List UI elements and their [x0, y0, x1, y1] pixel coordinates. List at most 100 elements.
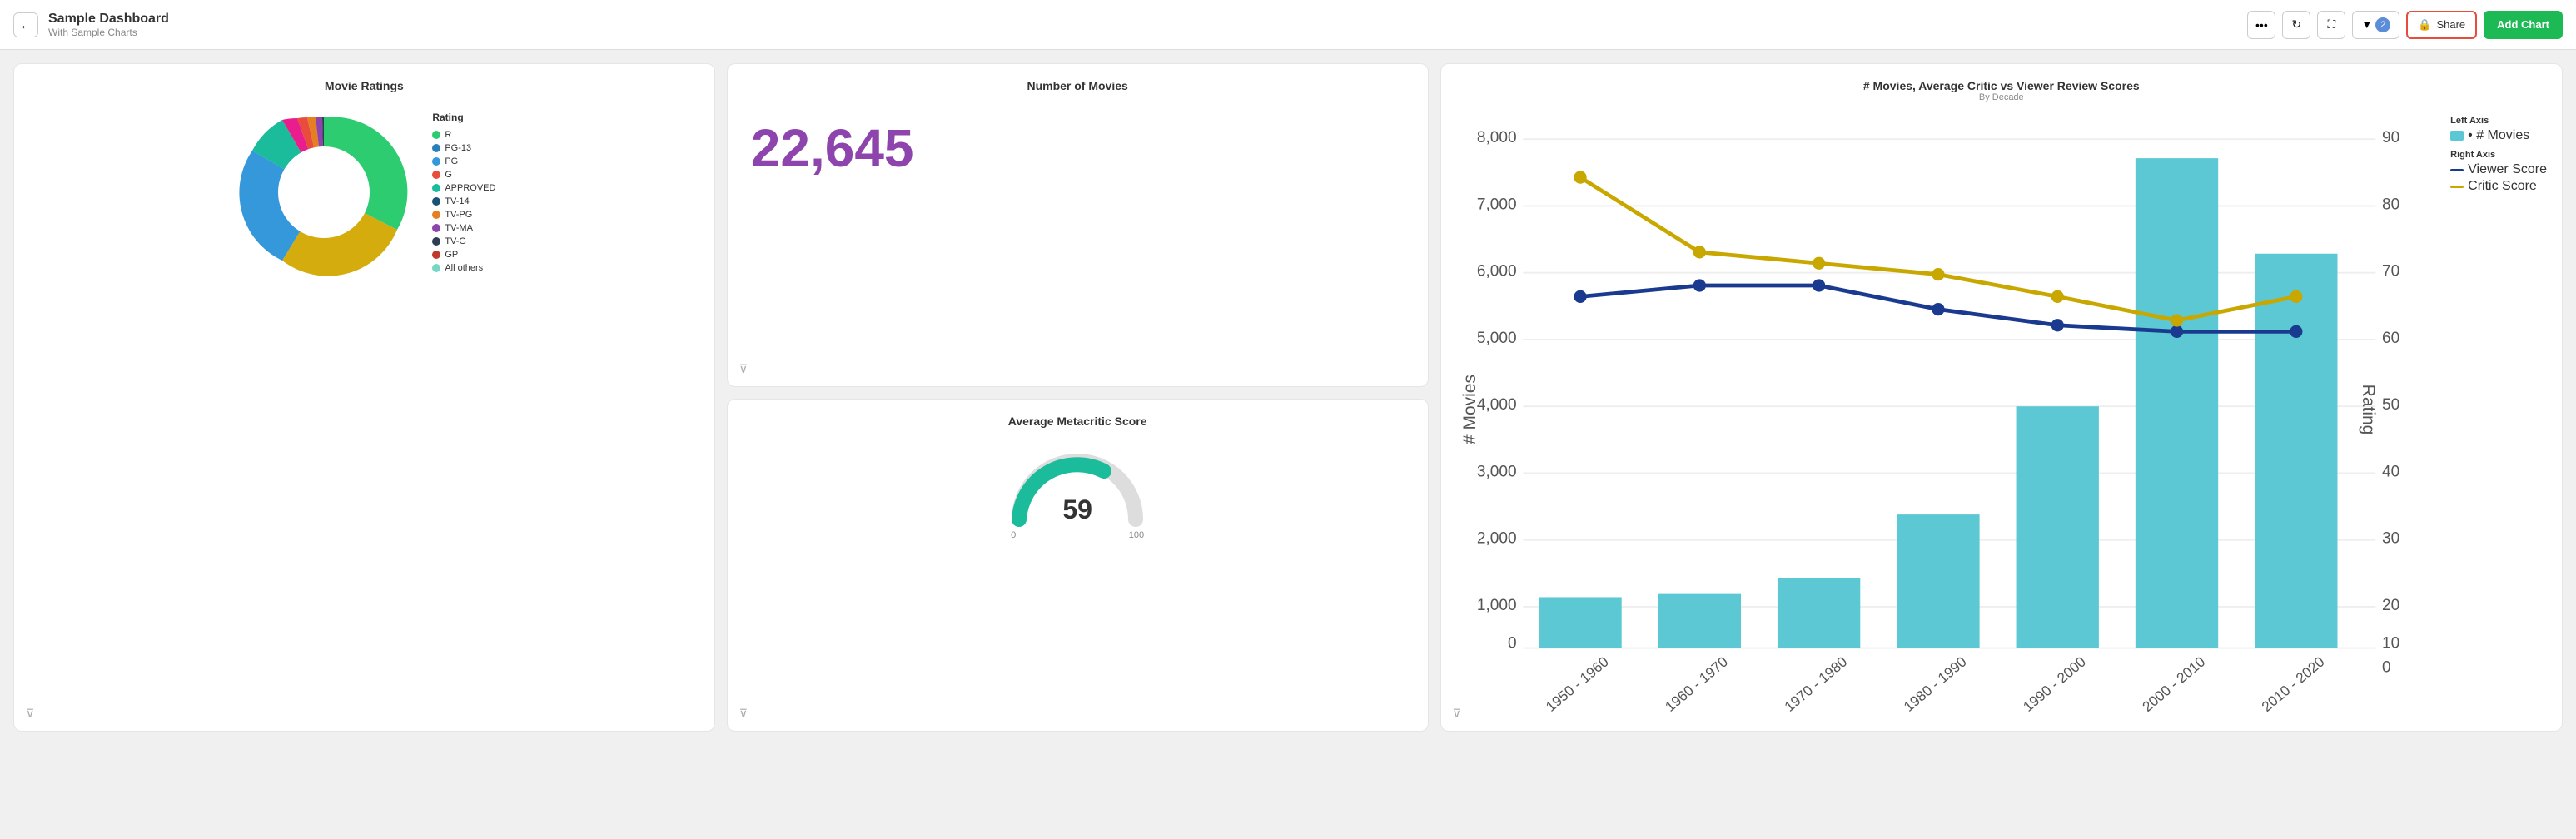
viewer-dot-0 — [1574, 290, 1586, 303]
critic-dot-5 — [2170, 314, 2182, 326]
critic-line-swatch — [2450, 186, 2464, 188]
filter-count: 2 — [2375, 17, 2390, 32]
legend-label-gp: GP — [445, 250, 458, 260]
svg-text:6,000: 6,000 — [1476, 263, 1516, 280]
combo-chart-legend: Left Axis • # Movies Right Axis Viewer S… — [2450, 107, 2547, 716]
top-bar: ← Sample Dashboard With Sample Charts ••… — [0, 0, 2576, 50]
movies-count-value: 22,645 — [743, 101, 1413, 204]
legend-dot-tvpg — [432, 211, 440, 219]
more-button[interactable]: ••• — [2247, 11, 2275, 39]
legend-dot-g — [432, 171, 440, 179]
legend-item-tvpg: TV-PG — [432, 210, 495, 220]
legend-label-pg13: PG-13 — [445, 143, 471, 153]
ratings-filter-icon[interactable]: ⊽ — [26, 707, 34, 721]
svg-text:4,000: 4,000 — [1476, 396, 1516, 414]
left-axis-title: Left Axis — [2450, 116, 2547, 126]
legend-dot-tv14 — [432, 197, 440, 206]
bar-1980 — [1897, 514, 1979, 648]
share-button[interactable]: 🔒 Share — [2406, 11, 2477, 39]
share-label: Share — [2436, 18, 2465, 31]
viewer-dot-2 — [1813, 279, 1825, 291]
bar-1960 — [1658, 594, 1740, 648]
legend-dot-approved — [432, 184, 440, 192]
legend-dot-gp — [432, 251, 440, 259]
combo-chart-svg: 8,000 7,000 6,000 5,000 4,000 3,000 2,00… — [1456, 107, 2443, 712]
legend-item-g: G — [432, 170, 495, 180]
svg-text:2000 - 2010: 2000 - 2010 — [2139, 653, 2208, 712]
svg-text:20: 20 — [2382, 597, 2399, 614]
gauge-min: 0 — [1011, 530, 1016, 540]
critic-dot-1 — [1693, 246, 1705, 258]
combo-chart-subtitle: By Decade — [1456, 92, 2547, 102]
bar-2010 — [2255, 254, 2337, 648]
legend-item-gp: GP — [432, 250, 495, 260]
legend-dot-r — [432, 131, 440, 139]
svg-text:90: 90 — [2382, 129, 2399, 146]
bar-1970 — [1777, 578, 1859, 648]
combo-filter-icon[interactable]: ⊽ — [1453, 707, 1461, 721]
movies-count-card: Number of Movies 22,645 ⊽ — [727, 63, 1429, 387]
viewer-dot-1 — [1693, 279, 1705, 291]
legend-label-tv14: TV-14 — [445, 196, 469, 206]
legend-label-r: R — [445, 130, 451, 140]
metacritic-filter-icon[interactable]: ⊽ — [739, 707, 748, 721]
metacritic-card: Average Metacritic Score 59 0 100 ⊽ — [727, 399, 1429, 732]
lock-icon: 🔒 — [2418, 18, 2431, 32]
right-axis-title: Right Axis — [2450, 150, 2547, 160]
svg-text:1960 - 1970: 1960 - 1970 — [1661, 653, 1730, 712]
legend-movies-bar: • # Movies — [2450, 128, 2547, 143]
metacritic-value: 59 — [1062, 494, 1092, 525]
movie-ratings-title: Movie Ratings — [29, 79, 699, 92]
critic-dot-4 — [2051, 290, 2063, 303]
bar-1950 — [1539, 597, 1621, 648]
combo-chart-card: # Movies, Average Critic vs Viewer Revie… — [1440, 63, 2563, 732]
refresh-button[interactable]: ↻ — [2282, 11, 2310, 39]
legend-label-tvma: TV-MA — [445, 223, 473, 233]
legend-critic-line: Critic Score — [2450, 179, 2547, 194]
legend-item-tvma: TV-MA — [432, 223, 495, 233]
filter-icon: ▼ — [2361, 18, 2372, 31]
top-bar-left: ← Sample Dashboard With Sample Charts — [13, 12, 169, 38]
svg-text:# Movies: # Movies — [1460, 375, 1479, 444]
svg-text:1,000: 1,000 — [1476, 597, 1516, 614]
bar-2000 — [2135, 158, 2217, 648]
svg-text:0: 0 — [1508, 635, 1517, 653]
legend-dot-pg — [432, 157, 440, 166]
legend-label-approved: APPROVED — [445, 183, 495, 193]
add-chart-button[interactable]: Add Chart — [2484, 11, 2563, 39]
legend-item-approved: APPROVED — [432, 183, 495, 193]
svg-text:80: 80 — [2382, 196, 2399, 213]
svg-text:7,000: 7,000 — [1476, 196, 1516, 213]
critic-dot-0 — [1574, 171, 1586, 183]
title-block: Sample Dashboard With Sample Charts — [48, 12, 169, 38]
svg-text:1970 - 1980: 1970 - 1980 — [1781, 653, 1850, 712]
viewer-dot-6 — [2290, 325, 2302, 338]
legend-item-pg: PG — [432, 156, 495, 166]
top-bar-right: ••• ↻ ⛶ ▼ 2 🔒 Share Add Chart — [2247, 11, 2563, 39]
movies-bar-swatch — [2450, 131, 2464, 141]
back-button[interactable]: ← — [13, 12, 38, 37]
legend-dot-pg13 — [432, 144, 440, 152]
legend-item-tv14: TV-14 — [432, 196, 495, 206]
viewer-dot-4 — [2051, 319, 2063, 331]
legend-item-pg13: PG-13 — [432, 143, 495, 153]
expand-button[interactable]: ⛶ — [2317, 11, 2345, 39]
legend-viewer-line: Viewer Score — [2450, 162, 2547, 177]
viewer-dot-5 — [2170, 325, 2182, 338]
svg-text:0: 0 — [2382, 658, 2391, 676]
legend-label-tvg: TV-G — [445, 236, 466, 246]
critic-dot-3 — [1932, 268, 1944, 280]
legend-title: Rating — [432, 112, 495, 123]
gauge-container: 59 0 100 — [743, 436, 1413, 549]
svg-text:40: 40 — [2382, 463, 2399, 480]
svg-text:2,000: 2,000 — [1476, 530, 1516, 548]
dashboard-title: Sample Dashboard — [48, 12, 169, 27]
combo-chart-body: 8,000 7,000 6,000 5,000 4,000 3,000 2,00… — [1456, 107, 2547, 716]
svg-text:50: 50 — [2382, 396, 2399, 414]
filter-button[interactable]: ▼ 2 — [2352, 11, 2399, 39]
movies-filter-icon[interactable]: ⊽ — [739, 362, 748, 376]
movie-ratings-card: Movie Ratings — [13, 63, 715, 732]
donut-chart — [232, 101, 415, 284]
svg-text:1950 - 1960: 1950 - 1960 — [1542, 653, 1611, 712]
critic-dot-2 — [1813, 257, 1825, 270]
